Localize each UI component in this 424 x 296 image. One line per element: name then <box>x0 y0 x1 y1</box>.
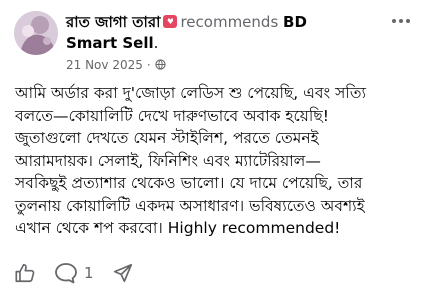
post-text-line: আমি অর্ডার করা দু'জোড়া লেডিস শু পেয়েছি… <box>15 84 366 102</box>
post-body: আমি অর্ডার করা দু'জোড়া লেডিস শু পেয়েছি… <box>15 82 415 240</box>
post-meta: 21 Nov 2025 · <box>66 57 166 73</box>
comment-button[interactable]: 1 <box>54 262 94 284</box>
post-date[interactable]: 21 Nov 2025 <box>66 58 143 72</box>
page-name-continued[interactable]: Smart Sell <box>66 34 154 52</box>
globe-icon <box>155 59 166 70</box>
page-name[interactable]: BD <box>283 13 307 31</box>
share-button[interactable] <box>112 262 134 284</box>
heart-badge-icon <box>163 15 178 28</box>
meta-separator: · <box>146 58 151 72</box>
post-text-line: আরামদায়ক। সেলাই, ফিনিশিং এবং ম্যাটেরিয়… <box>15 151 321 170</box>
avatar[interactable] <box>14 11 58 55</box>
more-dot-icon <box>406 19 410 23</box>
post-actions: 1 <box>14 262 134 284</box>
review-post: রাত জাগা তারা recommends BD Smart Sell. 2… <box>0 0 424 296</box>
more-options-button[interactable] <box>388 10 414 32</box>
comment-count: 1 <box>84 264 94 282</box>
header-period: . <box>153 34 159 52</box>
thumbs-up-icon <box>15 263 35 283</box>
post-text-line: সবকিছুই প্রত্যাশার থেকেও ভালো। যে দামে প… <box>15 174 363 192</box>
recommends-text: recommends <box>180 13 279 31</box>
more-dot-icon <box>392 19 396 23</box>
post-header-line-2: Smart Sell. <box>66 33 158 53</box>
post-text-line: জুতাগুলো দেখতে যেমন স্টাইলিশ, পরতে তেমনই <box>15 129 319 147</box>
like-button[interactable] <box>14 262 36 284</box>
author-name[interactable]: রাত জাগা তারা <box>66 13 160 31</box>
post-text-line: তুলনায় কোয়ালিটি একদম অসাধারণ। ভবিষ্যতে… <box>15 196 365 215</box>
post-text-line: এখান থেকে শপ করবো। Highly recommended! <box>15 219 341 237</box>
more-dot-icon <box>399 19 403 23</box>
post-text-line: বলতে—কোয়ালিটি দেখে দারুণভাবে অবাক হয়েছ… <box>15 106 329 125</box>
share-icon <box>113 263 132 283</box>
post-header: রাত জাগা তারা recommends BD <box>66 12 386 32</box>
comment-icon <box>55 263 77 284</box>
